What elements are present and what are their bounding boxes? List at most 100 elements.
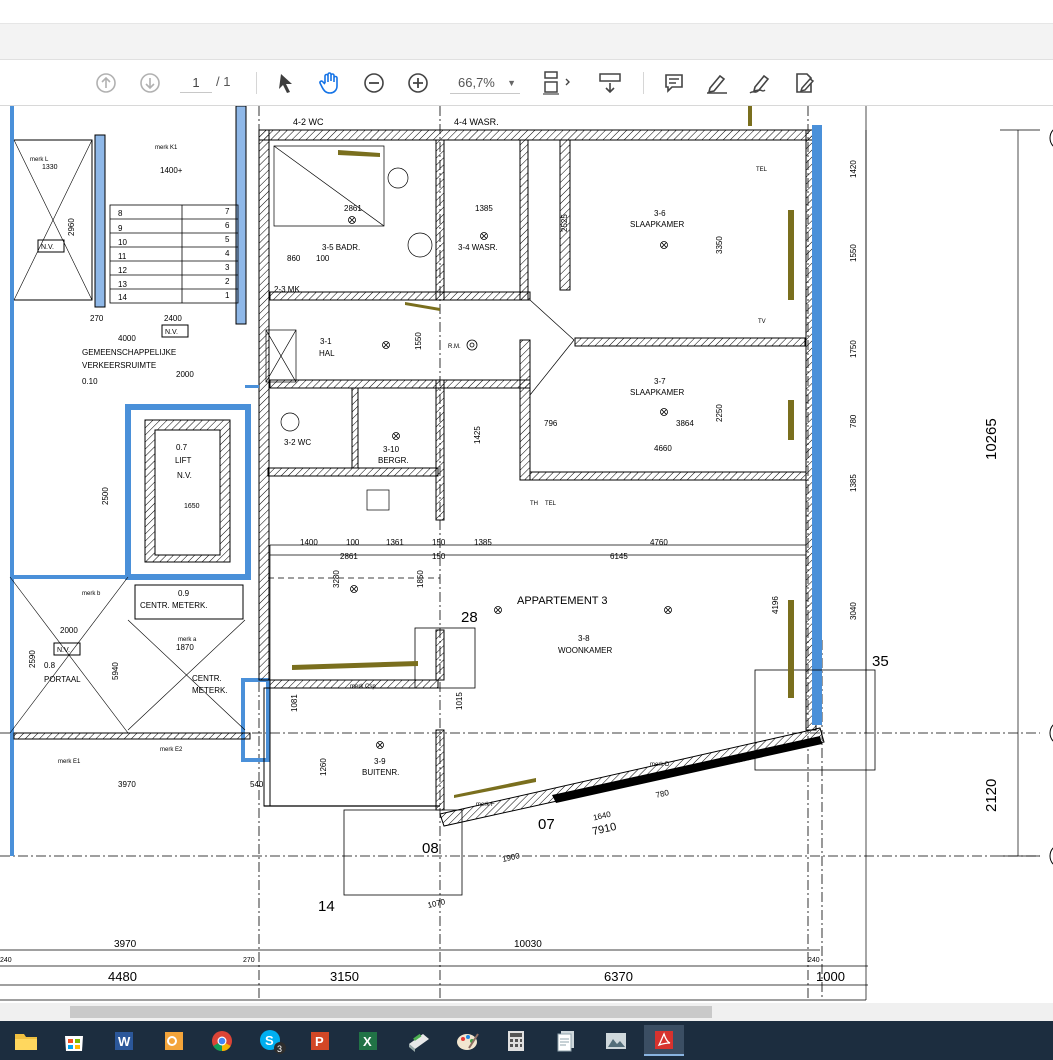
highlight-icon[interactable] <box>702 68 732 98</box>
acrobat-icon[interactable] <box>644 1025 684 1056</box>
room-label: 0.7 <box>176 443 188 452</box>
word-icon[interactable]: W <box>104 1025 144 1056</box>
dim-label: 2500 <box>101 487 110 505</box>
svg-text:1: 1 <box>225 291 230 300</box>
dim-label: 3150 <box>330 969 359 984</box>
pdf-document-view[interactable]: 8 9 10 11 12 13 14 765 4321 4-2 WC 4-4 W… <box>0 106 1053 1003</box>
select-arrow-icon[interactable] <box>272 68 300 98</box>
dim-label: 3970 <box>118 780 136 789</box>
room-label: 3-9 <box>374 757 386 766</box>
edit-pdf-icon[interactable] <box>790 68 820 98</box>
skype-icon[interactable]: S3 <box>252 1025 292 1056</box>
dim-label: 1385 <box>849 474 858 492</box>
calculator-icon[interactable] <box>496 1025 536 1056</box>
room-label: N.V. <box>177 471 192 480</box>
dim-label: 2861 <box>340 552 358 561</box>
fixture-label: TEL <box>756 167 768 173</box>
dim-label: 10265 <box>983 418 1000 460</box>
excel-icon[interactable]: X <box>348 1025 388 1056</box>
horizontal-scrollbar[interactable] <box>0 1003 1053 1021</box>
scrollbar-thumb[interactable] <box>70 1006 712 1018</box>
image-viewer-icon[interactable] <box>596 1025 636 1056</box>
dim-label: 150 <box>432 552 446 561</box>
dim-label: 780 <box>655 788 671 800</box>
svg-text:14: 14 <box>118 293 127 302</box>
paint-icon[interactable] <box>448 1025 488 1056</box>
room-label: WOONKAMER <box>558 646 612 655</box>
chrome-icon[interactable] <box>202 1025 242 1056</box>
fit-page-icon[interactable] <box>538 68 576 98</box>
scanner-icon[interactable] <box>398 1025 438 1056</box>
room-label: SLAAPKAMER <box>630 220 684 229</box>
tab-bar <box>0 24 1053 60</box>
zoom-out-icon[interactable] <box>360 68 388 98</box>
mark-label: merk K1 <box>155 145 178 151</box>
dim-label: 10030 <box>514 939 542 950</box>
dim-label: 1850 <box>416 570 425 588</box>
comment-icon[interactable] <box>660 68 688 98</box>
dim-label: 1640 <box>592 810 612 823</box>
page-total-label: / 1 <box>216 74 231 89</box>
dim-label: 1385 <box>475 204 493 213</box>
mark-label: merk E2 <box>160 747 183 753</box>
dim-label: 2590 <box>28 650 37 668</box>
file-explorer-icon[interactable] <box>6 1025 46 1056</box>
zoom-select[interactable]: 66,7% ▼ <box>450 72 520 94</box>
room-label: 1400+ <box>160 166 183 175</box>
room-label: SLAAPKAMER <box>630 388 684 397</box>
apartment-walls <box>245 125 876 896</box>
dim-label: 540 <box>250 780 264 789</box>
mark-label: merk Csp <box>350 684 376 690</box>
window-top-bar <box>0 0 1053 24</box>
floor-plan-drawing: 8910 11121314 765 4321 4-2 WC 4-4 WASR. … <box>0 106 1053 1001</box>
dim-label: 2000 <box>60 626 78 635</box>
dim-label: 3864 <box>676 419 694 428</box>
room-label: 3-2 WC <box>284 438 311 447</box>
room-label: BUITENR. <box>362 768 399 777</box>
dim-label: 2250 <box>715 404 724 422</box>
svg-text:W: W <box>118 1034 131 1049</box>
dim-label: 1550 <box>414 332 423 350</box>
room-label: PORTAAL <box>44 675 81 684</box>
page-number-input[interactable] <box>180 73 212 93</box>
dim-label: 1750 <box>849 340 858 358</box>
callout-label: 35 <box>872 653 889 670</box>
dim-label: 3040 <box>849 602 858 620</box>
dim-label: 1015 <box>455 692 464 710</box>
svg-text:8: 8 <box>118 209 123 218</box>
zoom-in-icon[interactable] <box>404 68 432 98</box>
room-label: CENTR. <box>192 674 222 683</box>
hand-icon[interactable] <box>314 68 346 98</box>
svg-text:6: 6 <box>225 221 230 230</box>
prev-page-icon[interactable] <box>92 68 120 98</box>
store-icon[interactable] <box>54 1025 94 1056</box>
svg-text:10: 10 <box>118 238 127 247</box>
documents-icon[interactable] <box>546 1025 586 1056</box>
svg-text:3: 3 <box>225 263 230 272</box>
next-page-icon[interactable] <box>136 68 164 98</box>
svg-text:3: 3 <box>277 1044 282 1054</box>
svg-text:N.V.: N.V. <box>165 329 178 336</box>
scroll-mode-icon[interactable] <box>594 68 626 98</box>
dim-label: 4760 <box>650 538 668 547</box>
powerpoint-icon[interactable]: P <box>300 1025 340 1056</box>
outlook-icon[interactable] <box>154 1025 194 1056</box>
dim-label: 1070 <box>427 897 447 910</box>
dim-label: 6370 <box>604 969 633 984</box>
toolbar-divider <box>256 72 257 94</box>
room-label: 3-10 <box>383 445 400 454</box>
dim-label: 1361 <box>386 538 404 547</box>
room-label: 3-8 <box>578 634 590 643</box>
room-label: CENTR. METERK. <box>140 601 208 610</box>
room-label: 3-5 BADR. <box>322 243 360 252</box>
toolbar-divider <box>643 72 644 94</box>
callout-label: 14 <box>318 898 335 915</box>
dim-label: 1260 <box>319 758 328 776</box>
chevron-down-icon: ▼ <box>507 77 516 88</box>
dim-label: 3280 <box>332 570 341 588</box>
fixture-label: TV <box>758 319 766 325</box>
svg-text:X: X <box>363 1034 372 1049</box>
sign-icon[interactable] <box>746 68 776 98</box>
room-label: APPARTEMENT 3 <box>517 595 607 607</box>
svg-text:12: 12 <box>118 266 127 275</box>
